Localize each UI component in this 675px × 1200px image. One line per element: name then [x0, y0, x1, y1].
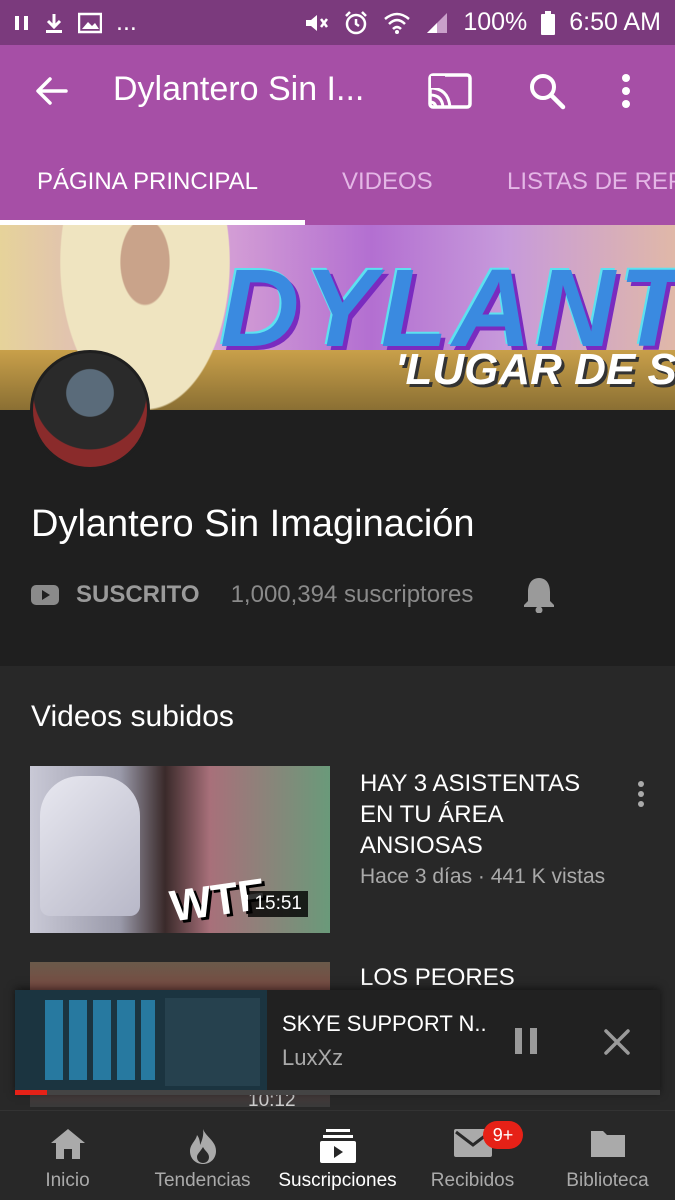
nav-inbox[interactable]: 9+ Recibidos	[405, 1111, 540, 1200]
clock: 6:50 AM	[569, 8, 661, 36]
nav-library[interactable]: Biblioteca	[540, 1111, 675, 1200]
app-bar-title: Dylantero Sin I...	[113, 70, 365, 108]
section-title: Videos subidos	[31, 700, 234, 733]
channel-tabs: PÁGINA PRINCIPAL VIDEOS LISTAS DE REP	[0, 137, 675, 225]
more-vert-icon[interactable]	[620, 72, 632, 110]
nav-inbox-label: Recibidos	[430, 1170, 515, 1191]
image-status-icon	[78, 12, 102, 33]
mini-player-progress-track	[47, 1090, 660, 1095]
video-title[interactable]: HAY 3 ASISTENTAS EN TU ÁREA ANSIOSAS	[360, 768, 610, 861]
video-title-2[interactable]: LOS PEORES	[360, 964, 515, 992]
status-right: 100% 6:50 AM	[303, 8, 661, 37]
pause-icon[interactable]	[513, 1026, 539, 1056]
battery-icon	[541, 10, 556, 35]
tab-home[interactable]: PÁGINA PRINCIPAL	[37, 168, 258, 196]
app-bar: Dylantero Sin I...	[0, 45, 675, 137]
wifi-icon	[384, 12, 411, 34]
nav-subscriptions[interactable]: Suscripciones	[270, 1111, 405, 1200]
tab-videos[interactable]: VIDEOS	[342, 168, 433, 196]
notification-badge: 9+	[483, 1121, 523, 1149]
mini-player-title[interactable]: SKYE SUPPORT N..	[282, 1011, 487, 1037]
pause-status-icon	[15, 15, 28, 30]
status-left: ...	[14, 8, 137, 37]
subscriptions-icon	[319, 1129, 356, 1163]
channel-avatar[interactable]	[30, 350, 150, 470]
thumbnail-figure	[40, 776, 140, 916]
banner-subtitle-text: 'LUGAR DE SUI	[395, 345, 675, 394]
alarm-icon	[345, 10, 368, 34]
mini-player-channel: LuxXz	[282, 1045, 344, 1070]
nav-home[interactable]: Inicio	[0, 1111, 135, 1200]
tab-playlists[interactable]: LISTAS DE REP	[507, 168, 675, 196]
flame-icon	[189, 1129, 216, 1164]
signal-icon	[427, 12, 448, 33]
home-icon	[50, 1129, 85, 1159]
cast-icon[interactable]	[428, 72, 472, 110]
search-icon[interactable]	[528, 72, 566, 110]
nav-subscriptions-label: Suscripciones	[278, 1170, 397, 1191]
subscribed-button[interactable]: SUSCRITO	[76, 581, 200, 609]
bottom-navigation: Inicio Tendencias Suscripciones 9+ Recib…	[0, 1110, 675, 1200]
mini-player[interactable]: SKYE SUPPORT N.. LuxXz	[15, 990, 660, 1095]
video-meta: Hace 3 días · 441 K vistas	[360, 865, 606, 888]
nav-trending-label: Tendencias	[154, 1170, 251, 1191]
close-icon[interactable]	[603, 1028, 631, 1056]
nav-home-label: Inicio	[45, 1170, 90, 1191]
back-arrow-icon[interactable]	[34, 73, 70, 109]
video-more-icon[interactable]	[635, 780, 647, 808]
subscriber-count: 1,000,394 suscriptores	[230, 581, 474, 608]
nav-trending[interactable]: Tendencias	[135, 1111, 270, 1200]
thumbnail-grid	[45, 1000, 155, 1080]
channel-name: Dylantero Sin Imaginación	[31, 503, 475, 545]
mute-icon	[306, 14, 329, 31]
mini-player-thumbnail[interactable]	[15, 990, 267, 1090]
video-thumbnail[interactable]: WTF 15:51	[30, 766, 330, 933]
folder-icon	[590, 1131, 625, 1157]
bell-icon[interactable]	[522, 575, 556, 613]
thumbnail-panel	[165, 998, 260, 1086]
nav-library-label: Biblioteca	[566, 1170, 649, 1191]
download-status-icon	[46, 13, 62, 33]
status-bar: ... 100% 6:50 AM	[0, 0, 675, 45]
youtube-icon[interactable]	[31, 585, 59, 605]
mini-player-progress	[15, 1090, 47, 1095]
video-duration: 15:51	[248, 891, 308, 917]
battery-percent: 100%	[463, 8, 528, 36]
status-more: ...	[116, 8, 137, 36]
subscribe-row: SUSCRITO 1,000,394 suscriptores	[31, 575, 651, 615]
